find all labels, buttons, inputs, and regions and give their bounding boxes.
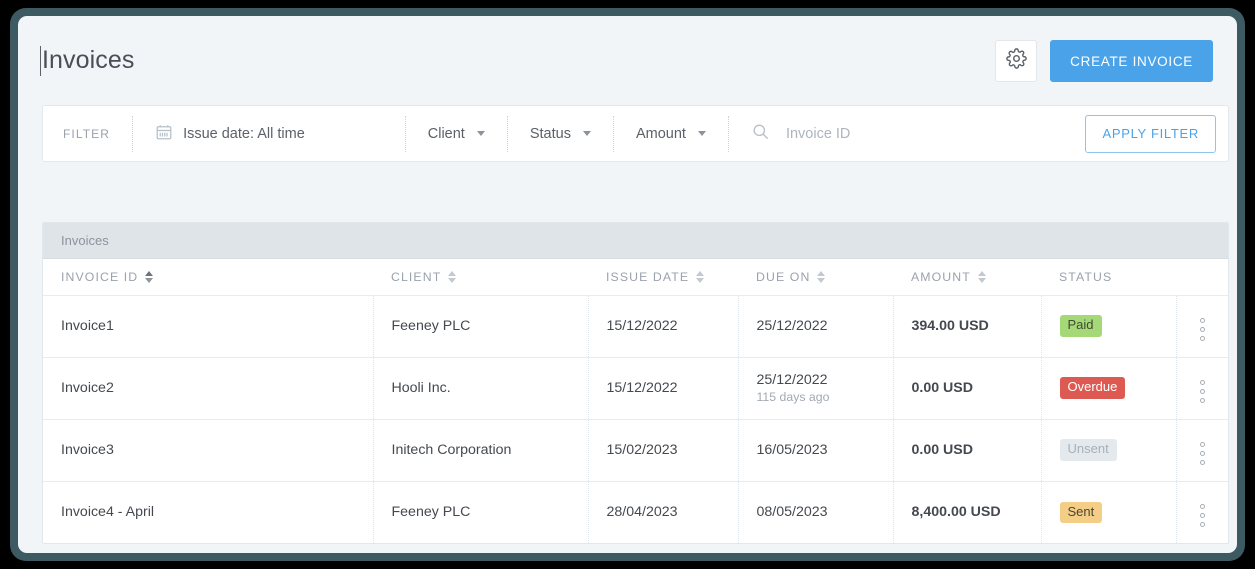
due-on-date: 16/05/2023 — [756, 442, 828, 458]
table-row[interactable]: Invoice2 Hooli Inc. 15/12/2022 25/12/2022 11… — [43, 357, 1228, 420]
search-icon[interactable] — [751, 122, 770, 146]
cell-actions — [1175, 481, 1228, 543]
table-row[interactable]: Invoice3 Initech Corporation 15/02/2023 16/… — [43, 419, 1228, 482]
filter-label: FILTER — [63, 126, 111, 141]
status-badge: Paid — [1059, 315, 1102, 337]
due-on-date: 25/12/2022 — [756, 372, 828, 388]
cell-due-on: 25/12/2022 — [737, 295, 893, 358]
cell-due-on: 16/05/2023 — [737, 419, 893, 482]
app-window: Invoices CREATE INVOICE FILTER Issue dat… — [18, 16, 1237, 553]
col-invoice-id[interactable]: INVOICE ID — [43, 259, 373, 296]
cell-issue-date: 28/04/2023 — [587, 481, 738, 543]
sort-icon[interactable] — [145, 270, 154, 283]
col-due-on-label: DUE ON — [756, 269, 811, 284]
cell-status: Overdue — [1040, 357, 1176, 420]
col-invoice-id-label: INVOICE ID — [61, 269, 139, 284]
filter-client-label: Client — [427, 125, 465, 142]
page-header: Invoices CREATE INVOICE — [18, 16, 1237, 98]
col-issue-date-label: ISSUE DATE — [606, 269, 690, 284]
table-header: INVOICE ID CLIENT ISSUE DATE DUE ON AMOU… — [43, 259, 1228, 296]
search-field-group — [729, 116, 1086, 152]
sort-icon[interactable] — [817, 270, 826, 283]
search-input[interactable] — [785, 125, 1026, 142]
tab-invoices[interactable]: Invoices — [43, 233, 127, 248]
cell-amount: 394.00 USD — [892, 295, 1041, 358]
table-body: Invoice1 Feeney PLC 15/12/2022 25/12/2022 39… — [43, 295, 1228, 543]
header-actions: CREATE INVOICE — [995, 40, 1213, 82]
cell-invoice-id: Invoice4 - April — [61, 504, 155, 521]
row-menu-icon[interactable] — [1199, 380, 1205, 403]
filter-status[interactable]: Status — [508, 116, 613, 152]
filter-status-label: Status — [529, 125, 571, 142]
cell-client: Feeney PLC — [372, 295, 588, 358]
cell-status: Unsent — [1040, 419, 1176, 482]
col-due-on[interactable]: DUE ON — [738, 259, 893, 296]
filter-issue-date[interactable]: Issue date: All time — [133, 116, 405, 152]
cell-client: Hooli Inc. — [372, 357, 588, 420]
settings-button[interactable] — [995, 40, 1038, 82]
cell-status: Paid — [1040, 295, 1176, 358]
col-status: STATUS — [1041, 259, 1176, 296]
cell-invoice-id: Invoice2 — [43, 357, 373, 420]
cell-due-on: 08/05/2023 — [737, 481, 893, 543]
create-invoice-button[interactable]: CREATE INVOICE — [1050, 40, 1213, 82]
table-row[interactable]: Invoice1 Feeney PLC 15/12/2022 25/12/2022 39… — [43, 295, 1228, 358]
cell-client: Feeney PLC — [372, 481, 588, 543]
gear-icon — [1005, 48, 1027, 74]
row-menu-icon[interactable] — [1199, 318, 1205, 341]
col-status-label: STATUS — [1059, 269, 1113, 284]
text-cursor — [40, 46, 41, 76]
chevron-down-icon — [476, 131, 485, 136]
col-actions — [1176, 259, 1228, 296]
sort-icon[interactable] — [696, 270, 705, 283]
filter-amount[interactable]: Amount — [614, 116, 728, 152]
invoices-table-card: Invoices INVOICE ID CLIENT ISSUE DATE DU… — [42, 222, 1229, 544]
due-on-subtext: 115 days ago — [756, 390, 830, 404]
sort-icon[interactable] — [448, 270, 457, 283]
cell-actions — [1175, 357, 1228, 420]
cell-amount: 0.00 USD — [892, 357, 1041, 420]
status-badge: Unsent — [1059, 439, 1117, 461]
chevron-down-icon — [697, 131, 706, 136]
table-row[interactable]: Invoice4 - April Feeney PLC 28/04/2023 08/0… — [43, 481, 1228, 543]
calendar-icon — [155, 123, 173, 145]
col-client[interactable]: CLIENT — [373, 259, 588, 296]
page-title: Invoices — [42, 46, 135, 74]
filter-client[interactable]: Client — [406, 116, 507, 152]
cell-due-on: 25/12/2022 115 days ago — [737, 357, 893, 420]
device-frame: Invoices CREATE INVOICE FILTER Issue dat… — [10, 8, 1245, 561]
col-client-label: CLIENT — [391, 269, 442, 284]
row-menu-icon[interactable] — [1199, 442, 1205, 465]
due-on-date: 08/05/2023 — [756, 504, 828, 521]
table-tabs: Invoices — [43, 223, 1228, 259]
table-header-row: INVOICE ID CLIENT ISSUE DATE DUE ON AMOU… — [43, 259, 1228, 296]
filter-amount-label: Amount — [635, 125, 686, 142]
cell-status: Sent — [1040, 481, 1176, 543]
cell-client: Initech Corporation — [372, 419, 588, 482]
chevron-down-icon — [582, 131, 591, 136]
cell-actions — [1175, 419, 1228, 482]
cell-actions — [1175, 295, 1228, 358]
apply-filter-button[interactable]: APPLY FILTER — [1085, 114, 1216, 153]
col-amount-label: AMOUNT — [911, 269, 971, 284]
sort-icon[interactable] — [977, 270, 986, 283]
filter-bar: FILTER Issue date: All time Client Statu… — [42, 105, 1229, 162]
status-badge: Overdue — [1059, 377, 1126, 399]
filter-issue-date-label: Issue date: All time — [183, 125, 305, 142]
invoices-table: INVOICE ID CLIENT ISSUE DATE DUE ON AMOU… — [43, 259, 1228, 543]
cell-invoice-id: Invoice1 — [43, 295, 373, 358]
cell-invoice-id: Invoice3 — [43, 419, 373, 482]
cell-amount: 8,400.00 USD — [892, 481, 1041, 543]
col-issue-date[interactable]: ISSUE DATE — [588, 259, 738, 296]
col-amount[interactable]: AMOUNT — [893, 259, 1041, 296]
due-on-date: 25/12/2022 — [756, 318, 828, 334]
cell-amount: 0.00 USD — [892, 419, 1041, 482]
cell-issue-date: 15/02/2023 — [587, 419, 738, 482]
status-badge: Sent — [1059, 501, 1103, 523]
cell-issue-date: 15/12/2022 — [587, 357, 738, 420]
row-menu-icon[interactable] — [1199, 504, 1205, 528]
cell-issue-date: 15/12/2022 — [587, 295, 738, 358]
